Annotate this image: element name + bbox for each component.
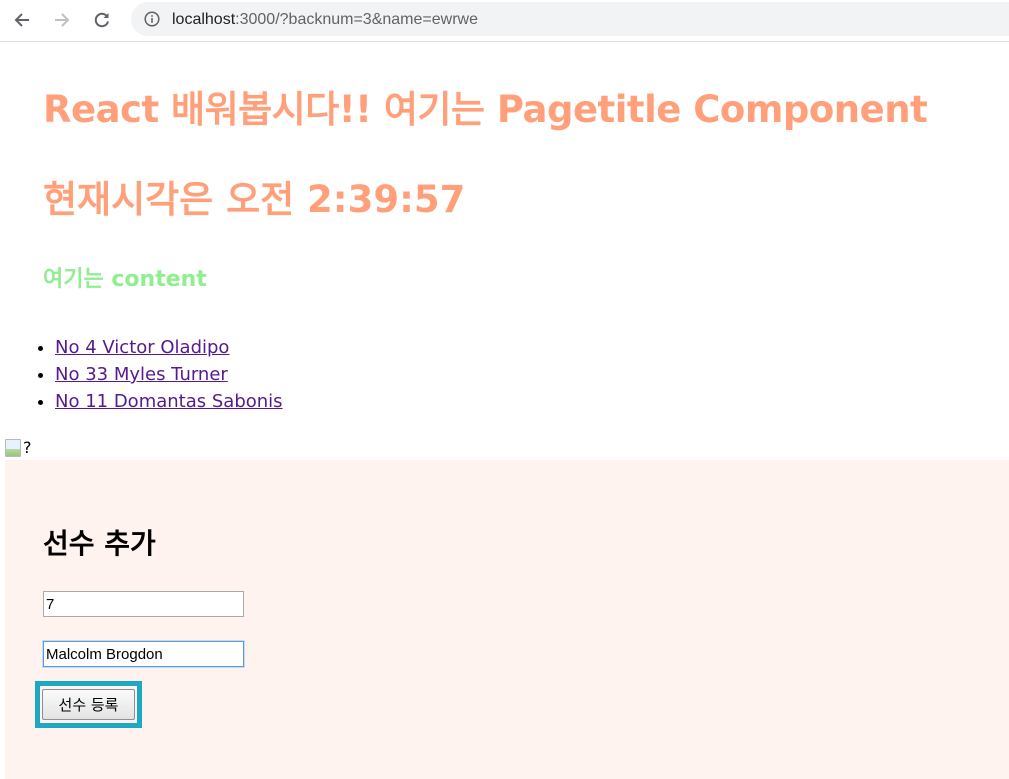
list-item: No 4 Victor Oladipo bbox=[55, 334, 283, 361]
info-icon[interactable] bbox=[144, 11, 160, 27]
add-player-section: 선수 추가 선수 등록 bbox=[5, 460, 1009, 779]
url-text[interactable]: localhost:3000/?backnum=3&name=ewrwe bbox=[172, 10, 478, 29]
address-bar[interactable]: localhost:3000/?backnum=3&name=ewrwe bbox=[131, 2, 1009, 36]
back-button[interactable] bbox=[7, 6, 37, 34]
page-title: React 배워봅시다!! 여기는 Pagetitle Component bbox=[43, 88, 928, 131]
url-host: localhost bbox=[172, 11, 236, 28]
list-item: No 33 Myles Turner bbox=[55, 361, 283, 388]
current-time: 현재시각은 오전 2:39:57 bbox=[43, 178, 466, 221]
reload-button[interactable] bbox=[87, 6, 117, 34]
content-heading: 여기는 content bbox=[43, 267, 207, 292]
player-list: No 4 Victor Oladipo No 33 Myles Turner N… bbox=[15, 334, 283, 415]
form-title: 선수 추가 bbox=[43, 527, 156, 560]
forward-button[interactable] bbox=[47, 6, 77, 34]
broken-image: ? bbox=[5, 433, 32, 457]
player-link[interactable]: No 33 Myles Turner bbox=[55, 364, 228, 385]
broken-image-alt: ? bbox=[23, 438, 32, 457]
list-item: No 11 Domantas Sabonis bbox=[55, 388, 283, 415]
url-path: :3000/?backnum=3&name=ewrwe bbox=[235, 11, 478, 28]
player-link[interactable]: No 4 Victor Oladipo bbox=[55, 337, 229, 358]
reload-icon bbox=[94, 12, 109, 28]
player-link[interactable]: No 11 Domantas Sabonis bbox=[55, 391, 283, 412]
player-name-input[interactable] bbox=[43, 641, 244, 667]
player-number-input[interactable] bbox=[43, 591, 244, 617]
broken-image-icon bbox=[5, 439, 21, 457]
arrow-right-icon bbox=[55, 13, 70, 27]
arrow-left-icon bbox=[14, 13, 29, 27]
browser-toolbar: localhost:3000/?backnum=3&name=ewrwe bbox=[0, 0, 1009, 42]
register-player-button[interactable]: 선수 등록 bbox=[42, 689, 135, 720]
